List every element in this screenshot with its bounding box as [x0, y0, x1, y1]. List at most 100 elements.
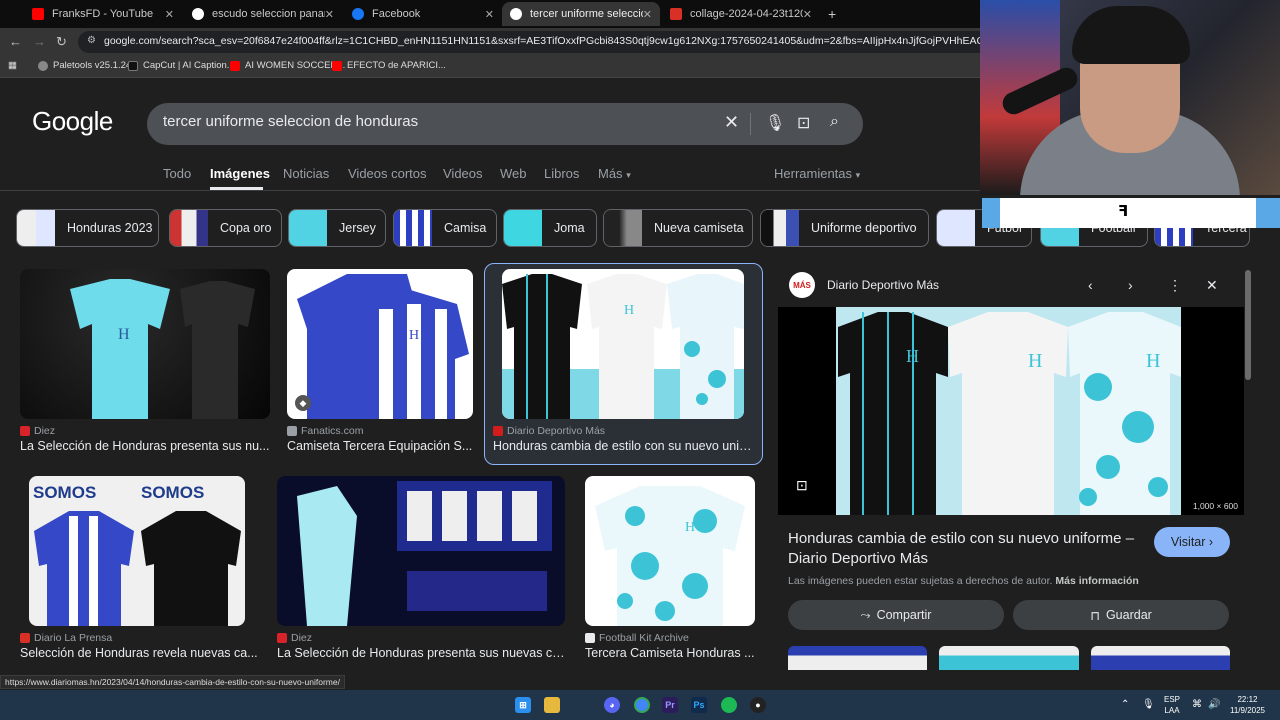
region-text: LAA — [1164, 706, 1180, 715]
image-result[interactable]: SOMOS SOMOS Diario La Prensa Selección d… — [20, 476, 260, 660]
close-icon[interactable]: ✕ — [803, 8, 812, 21]
tab-videos[interactable]: Videos — [443, 166, 483, 181]
bookmark-efecto[interactable]: EFECTO de APARICI... — [332, 60, 446, 71]
result-caption[interactable]: Tercera Camiseta Honduras ... — [585, 646, 760, 660]
image-result[interactable]: H Diez La Selección de Honduras presenta… — [20, 269, 270, 453]
close-icon[interactable]: ✕ — [485, 8, 494, 21]
url-field[interactable]: ⚙ google.com/search?sca_esv=20f6847e24f0… — [78, 31, 1058, 53]
chip-jersey[interactable]: Jersey — [288, 209, 386, 247]
tab-collage[interactable]: collage-2024-04-23t120331-99 ✕ — [662, 2, 820, 26]
close-panel-icon[interactable]: ✕ — [1206, 277, 1218, 294]
search-input[interactable] — [163, 113, 703, 130]
result-image[interactable]: H ◆ — [287, 269, 473, 419]
site-info-icon[interactable]: ⚙ — [87, 35, 96, 46]
visit-label: Visitar — [1170, 535, 1206, 549]
tab-youtube[interactable]: FranksFD - YouTube ✕ — [24, 2, 182, 26]
result-caption[interactable]: La Selección de Honduras presenta sus nu… — [20, 439, 270, 453]
save-button[interactable]: ⊓ Guardar — [1013, 600, 1229, 630]
result-caption[interactable]: Camiseta Tercera Equipación S... — [287, 439, 473, 453]
next-icon[interactable]: › — [1128, 277, 1133, 293]
share-button[interactable]: ⤳ Compartir — [788, 600, 1004, 630]
new-tab-button[interactable]: + — [820, 2, 840, 26]
tab-facebook[interactable]: Facebook ✕ — [344, 2, 502, 26]
tab-google-escudo[interactable]: escudo seleccion panameña - G ✕ — [184, 2, 342, 26]
microphone-icon[interactable]: 🎙 — [765, 113, 785, 133]
camera-lens-icon[interactable]: ⊡ — [797, 113, 810, 133]
image-result[interactable]: H ◆ Fanatics.com Camiseta Tercera Equipa… — [287, 269, 473, 453]
image-result-selected[interactable]: H Diario Deportivo Más Honduras cambia d… — [493, 269, 753, 453]
clock[interactable]: 22:12 11/9/2025 — [1230, 694, 1265, 716]
tray-chevron-icon[interactable]: ⌃ — [1121, 699, 1129, 710]
result-caption[interactable]: Honduras cambia de estilo con su nuevo u… — [493, 439, 753, 453]
previous-icon[interactable]: ‹ — [1088, 277, 1093, 293]
bookmark-paletools[interactable]: Paletools v25.1.24 — [38, 60, 131, 71]
file-explorer-icon[interactable] — [544, 697, 560, 713]
close-icon[interactable]: ✕ — [165, 8, 174, 21]
result-image[interactable]: H — [502, 269, 744, 419]
related-image[interactable] — [1090, 646, 1230, 670]
tab-videos-cortos[interactable]: Videos cortos — [348, 166, 427, 181]
result-caption[interactable]: La Selección de Honduras presenta sus nu… — [277, 646, 567, 660]
tag-icon: ◆ — [295, 395, 311, 411]
tab-libros[interactable]: Libros — [544, 166, 579, 181]
chip-copa-oro[interactable]: Copa oro — [169, 209, 282, 247]
spotify-icon[interactable] — [721, 697, 737, 713]
chip-camisa[interactable]: Camisa — [393, 209, 497, 247]
result-image[interactable] — [277, 476, 565, 626]
windows-start-icon[interactable]: ⊞ — [515, 697, 531, 713]
tab-google-tercer[interactable]: tercer uniforme seleccion de ho ✕ — [502, 2, 660, 26]
tab-mas[interactable]: Más ▾ — [598, 166, 631, 181]
jersey-image: H — [70, 279, 255, 419]
related-image[interactable] — [939, 646, 1079, 670]
result-caption[interactable]: Selección de Honduras revela nuevas ca..… — [20, 646, 260, 660]
discord-icon[interactable]: ◕ — [604, 697, 620, 713]
more-info-link[interactable]: Más información — [1055, 575, 1138, 587]
bookmark-capcut[interactable]: CapCut | AI Caption... — [128, 60, 235, 71]
volume-icon[interactable]: 🔊 — [1208, 699, 1220, 710]
more-options-icon[interactable]: ⋮ — [1168, 277, 1182, 294]
close-icon[interactable]: ✕ — [643, 8, 652, 21]
search-icon[interactable]: ⌕ — [830, 113, 839, 131]
photoshop-icon[interactable]: Ps — [691, 697, 707, 713]
language-indicator[interactable]: ESP LAA — [1164, 694, 1180, 716]
reload-icon[interactable]: ↻ — [56, 34, 67, 50]
search-box[interactable]: ✕ 🎙 ⊡ ⌕ — [147, 103, 863, 145]
panel-scrollbar[interactable] — [1245, 270, 1251, 380]
chip-honduras-2023[interactable]: Honduras 2023 — [16, 209, 159, 247]
bookmark-icon — [38, 60, 48, 71]
microphone-tray-icon[interactable]: 🎙 — [1142, 699, 1155, 710]
panel-site-name[interactable]: Diario Deportivo Más — [827, 278, 939, 292]
chip-joma[interactable]: Joma — [503, 209, 597, 247]
tab-todo[interactable]: Todo — [163, 166, 191, 181]
fd-logo-icon: ꟻ — [1118, 202, 1129, 220]
forward-icon[interactable]: → — [33, 34, 46, 49]
google-lens-icon[interactable]: ⊡ — [796, 477, 808, 494]
preview-image[interactable]: H H H ⊡ 1,000 × 600 — [778, 307, 1244, 515]
obs-icon[interactable]: ● — [750, 697, 766, 713]
tab-noticias[interactable]: Noticias — [283, 166, 329, 181]
bookmark-ai-women-soccer[interactable]: AI WOMEN SOCCER... — [230, 60, 345, 71]
tools-button[interactable]: Herramientas ▾ — [774, 166, 860, 181]
svg-text:H: H — [1146, 350, 1160, 372]
chip-nueva-camiseta[interactable]: Nueva camiseta — [603, 209, 753, 247]
image-result[interactable]: Diez La Selección de Honduras presenta s… — [277, 476, 567, 660]
result-image[interactable]: SOMOS SOMOS — [29, 476, 245, 626]
chip-uniforme-deportivo[interactable]: Uniforme deportivo — [760, 209, 929, 247]
image-result[interactable]: H Football Kit Archive Tercera Camiseta … — [585, 476, 760, 660]
result-image[interactable]: H — [20, 269, 270, 419]
clear-icon[interactable]: ✕ — [724, 112, 739, 133]
network-icon[interactable]: ⌘ — [1192, 699, 1202, 710]
visit-button[interactable]: Visitar › — [1154, 527, 1230, 557]
close-icon[interactable]: ✕ — [325, 8, 334, 21]
google-logo[interactable]: Google — [32, 106, 113, 137]
tab-imagenes[interactable]: Imágenes — [210, 166, 270, 181]
premiere-icon[interactable]: Pr — [662, 697, 678, 713]
panel-image-title[interactable]: Honduras cambia de estilo con su nuevo u… — [788, 529, 1148, 569]
la-prensa-icon — [20, 633, 30, 643]
back-icon[interactable]: ← — [9, 34, 22, 49]
result-image[interactable]: H — [585, 476, 755, 626]
chrome-icon[interactable] — [634, 697, 650, 713]
apps-icon[interactable]: ▦ — [8, 60, 17, 71]
tab-web[interactable]: Web — [500, 166, 527, 181]
related-image[interactable] — [788, 646, 928, 670]
